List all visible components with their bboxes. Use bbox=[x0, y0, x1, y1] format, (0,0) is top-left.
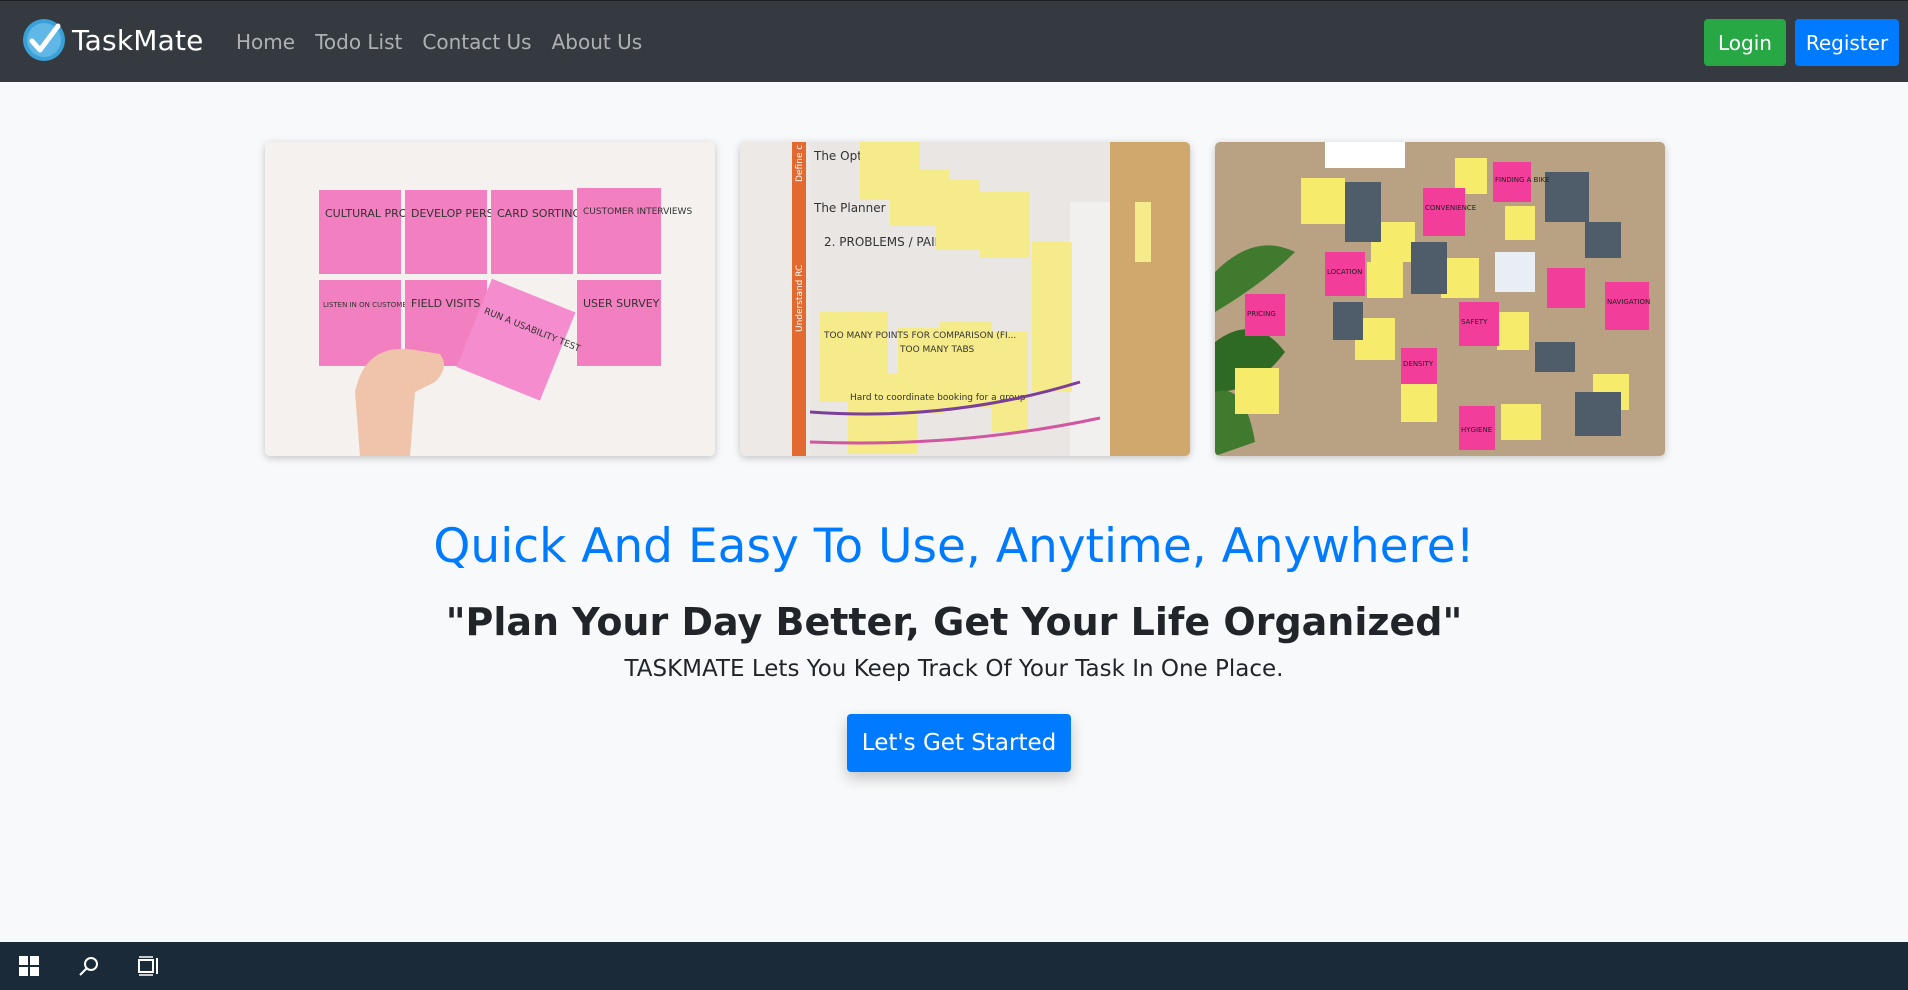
note-text: CARD SORTING bbox=[497, 207, 581, 220]
note-text: TOO MANY TABS bbox=[899, 345, 975, 355]
brand[interactable]: TaskMate bbox=[22, 18, 204, 62]
board-label: Define c bbox=[795, 145, 805, 182]
task-view-icon[interactable] bbox=[134, 951, 164, 981]
register-button[interactable]: Register bbox=[1795, 19, 1899, 66]
windows-start-icon[interactable] bbox=[14, 951, 44, 981]
sticky-notes-photo-2: The Optimizer The Planner 2. PROBLEMS / … bbox=[740, 142, 1190, 456]
board-label: 2. PROBLEMS / PAINS bbox=[824, 235, 951, 249]
hero-headline: Quick And Easy To Use, Anytime, Anywhere… bbox=[433, 519, 1475, 574]
nav-link-home[interactable]: Home bbox=[236, 30, 295, 54]
note-text: SAFETY bbox=[1461, 318, 1488, 326]
nav-link-todo-list[interactable]: Todo List bbox=[315, 30, 402, 54]
note-text: CONVENIENCE bbox=[1425, 204, 1476, 212]
note-text: USER SURVEY bbox=[583, 297, 660, 310]
search-icon[interactable] bbox=[74, 951, 104, 981]
windows-taskbar bbox=[0, 942, 1908, 990]
hero-subheading: "Plan Your Day Better, Get Your Life Org… bbox=[445, 600, 1463, 644]
login-button[interactable]: Login bbox=[1704, 19, 1786, 66]
note-text: HYGIENE bbox=[1461, 426, 1492, 434]
note-text: DENSITY bbox=[1403, 360, 1434, 368]
sticky-notes-illustration-3: PRICING LOCATION SAFETY CONVENIENCE NAVI… bbox=[1215, 142, 1665, 456]
note-text: FINDING A BIKE bbox=[1495, 176, 1550, 184]
navbar: TaskMate Home Todo List Contact Us About… bbox=[0, 0, 1908, 82]
nav-link-contact-us[interactable]: Contact Us bbox=[422, 30, 531, 54]
board-label: The Planner bbox=[813, 201, 886, 215]
sticky-notes-photo-3: PRICING LOCATION SAFETY CONVENIENCE NAVI… bbox=[1215, 142, 1665, 456]
get-started-button[interactable]: Let's Get Started bbox=[847, 714, 1071, 772]
note-text: CUSTOMER INTERVIEWS bbox=[583, 207, 692, 217]
sticky-notes-illustration-2: The Optimizer The Planner 2. PROBLEMS / … bbox=[740, 142, 1190, 456]
sticky-notes-photo-1: CULTURAL PROBE DEVELOP PERSONAS CARD SOR… bbox=[265, 142, 715, 456]
checkmark-logo-icon bbox=[23, 19, 65, 61]
note-text: NAVIGATION bbox=[1607, 298, 1650, 306]
note-text: FIELD VISITS bbox=[411, 297, 480, 310]
board-label: Understand RC bbox=[795, 265, 805, 332]
sticky-notes-illustration-1: CULTURAL PROBE DEVELOP PERSONAS CARD SOR… bbox=[265, 142, 715, 456]
image-gallery: CULTURAL PROBE DEVELOP PERSONAS CARD SOR… bbox=[265, 142, 1665, 456]
note-text: PRICING bbox=[1247, 310, 1276, 318]
note-text: LOCATION bbox=[1327, 268, 1362, 276]
brand-name: TaskMate bbox=[72, 23, 204, 57]
nav-link-about-us[interactable]: About Us bbox=[552, 30, 643, 54]
nav-links: Home Todo List Contact Us About Us bbox=[236, 1, 662, 83]
note-text: TOO MANY POINTS FOR COMPARISON (FI... bbox=[823, 331, 1016, 341]
hero-tagline: TASKMATE Lets You Keep Track Of Your Tas… bbox=[624, 656, 1284, 682]
